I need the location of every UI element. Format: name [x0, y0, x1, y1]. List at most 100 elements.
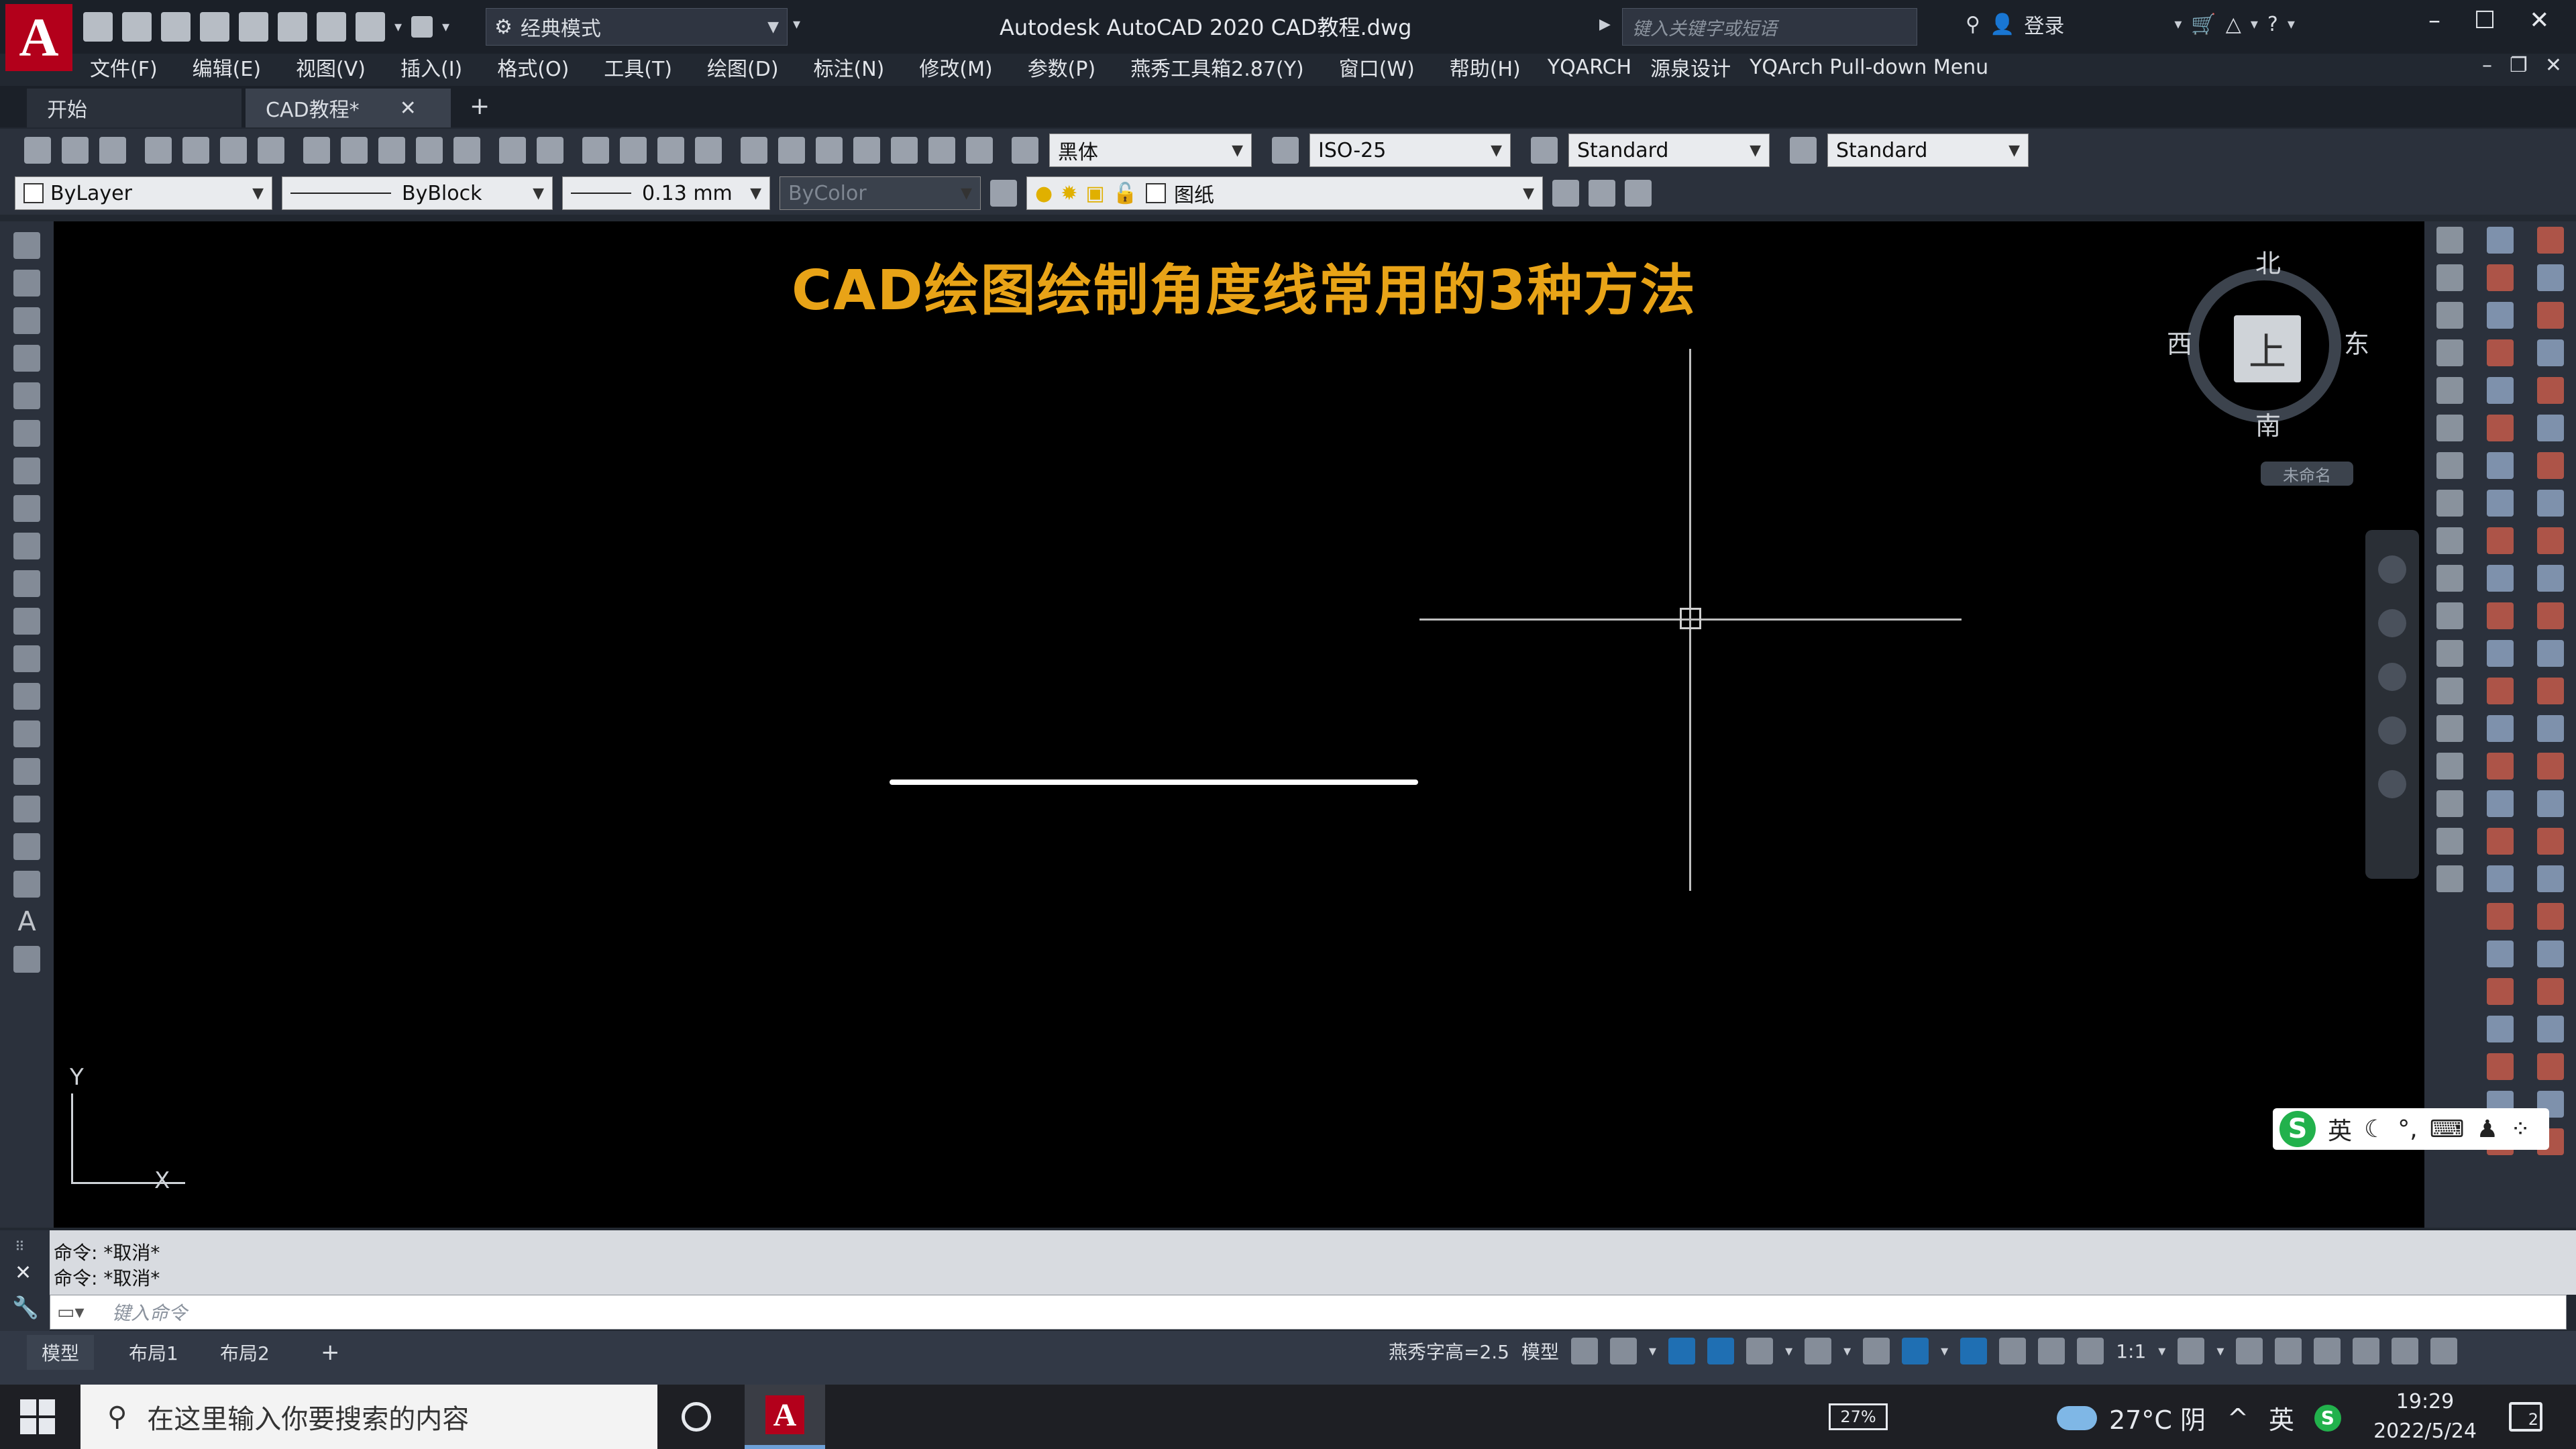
menu-yqarch[interactable]: YQARCH	[1538, 56, 1641, 79]
login-button[interactable]: 登录	[2024, 9, 2064, 39]
yq-tool-47-icon[interactable]	[2536, 1016, 2564, 1042]
yq-tool-28-icon[interactable]	[2536, 302, 2564, 329]
open-icon[interactable]	[62, 137, 89, 164]
mleader-style-icon[interactable]	[1790, 137, 1817, 164]
move-icon[interactable]	[2436, 415, 2463, 441]
menu-yuanquan-design[interactable]: 源泉设计	[1641, 52, 1740, 82]
save-as-icon[interactable]	[200, 12, 229, 42]
qnew-icon[interactable]	[24, 137, 51, 164]
yq-tool-6-icon[interactable]	[2486, 415, 2514, 441]
trim-icon[interactable]	[2436, 565, 2463, 592]
lineweight-display-icon[interactable]	[1960, 1338, 1988, 1364]
close-command-line-icon[interactable]: ✕	[15, 1261, 32, 1285]
menu-window[interactable]: 窗口(W)	[1322, 52, 1432, 82]
array-icon[interactable]	[2436, 377, 2463, 404]
paste-icon[interactable]	[378, 137, 405, 164]
customize-qat-icon[interactable]: ▾	[793, 16, 800, 33]
yq-tool-43-icon[interactable]	[2536, 865, 2564, 892]
linetype-dropdown[interactable]: ByBlock ▼	[282, 176, 553, 210]
annotation-scale-icon[interactable]	[2077, 1338, 2104, 1364]
autocad-logo-icon[interactable]: A	[5, 4, 72, 71]
login-dropdown-icon[interactable]: ▾	[2174, 16, 2182, 33]
ucs-menu-button[interactable]: 未命名	[2261, 462, 2353, 486]
menu-modify[interactable]: 修改(M)	[902, 52, 1010, 82]
design-center-icon[interactable]	[778, 137, 805, 164]
layout-tab-layout1[interactable]: 布局1	[114, 1335, 193, 1370]
mirror-icon[interactable]	[2436, 302, 2463, 329]
ellipse-icon[interactable]	[13, 570, 40, 597]
yq-tool-44-icon[interactable]	[2536, 903, 2564, 930]
yq-tool-42-icon[interactable]	[2536, 828, 2564, 855]
undo-dropdown-icon[interactable]: ▾	[394, 19, 402, 36]
yq-tool-18-icon[interactable]	[2486, 865, 2514, 892]
zoom-previous-icon[interactable]	[695, 137, 722, 164]
snap-dropdown-icon[interactable]: ▾	[1649, 1343, 1656, 1360]
yq-tool-2-icon[interactable]	[2486, 264, 2514, 291]
yq-tool-23-icon[interactable]	[2486, 1053, 2514, 1080]
taskbar-search-box[interactable]: ⚲ 在这里输入你要搜索的内容	[80, 1385, 657, 1449]
annotation-scale-value[interactable]: 1:1	[2116, 1340, 2146, 1362]
add-layout-button[interactable]: +	[306, 1335, 355, 1370]
circle-icon[interactable]	[13, 458, 40, 484]
table-style-icon[interactable]	[1531, 137, 1558, 164]
open-icon[interactable]	[122, 12, 152, 42]
copy-object-icon[interactable]	[2436, 264, 2463, 291]
showmotion-icon[interactable]	[2378, 770, 2406, 798]
yq-tool-3-icon[interactable]	[2486, 302, 2514, 329]
undo-icon[interactable]	[356, 12, 385, 42]
yq-tool-41-icon[interactable]	[2536, 790, 2564, 817]
properties-icon[interactable]	[741, 137, 767, 164]
ime-toolbar[interactable]: S 英 ☾ °, ⌨ ♟ ⁘	[2273, 1108, 2549, 1150]
menu-tools[interactable]: 工具(T)	[586, 52, 690, 82]
yq-tool-32-icon[interactable]	[2536, 452, 2564, 479]
new-tab-button[interactable]: +	[470, 93, 490, 120]
yq-tool-13-icon[interactable]	[2486, 678, 2514, 704]
zoom-extents-icon[interactable]	[2378, 663, 2406, 691]
doc-restore-icon[interactable]: ❐	[2510, 54, 2528, 77]
polygon-icon[interactable]	[13, 345, 40, 372]
menu-draw[interactable]: 绘图(D)	[690, 52, 796, 82]
offset-icon[interactable]	[2436, 339, 2463, 366]
object-snap-icon[interactable]	[1902, 1338, 1929, 1364]
revision-cloud-icon[interactable]	[13, 495, 40, 522]
save-icon[interactable]	[161, 12, 191, 42]
annotation-visibility-icon[interactable]	[1999, 1338, 2027, 1364]
tab-start[interactable]: 开始	[27, 89, 241, 127]
preview-icon[interactable]	[182, 137, 209, 164]
isodraft-dropdown-icon[interactable]: ▾	[1843, 1343, 1851, 1360]
yq-tool-8-icon[interactable]	[2486, 490, 2514, 517]
layer-dropdown[interactable]: ● ✹ ▣ 🔓 图纸 ▼	[1026, 176, 1543, 210]
orbit-icon[interactable]	[2378, 716, 2406, 745]
workspace-dropdown[interactable]: ⚙ 经典模式 ▼	[486, 8, 788, 46]
pan-icon[interactable]	[582, 137, 609, 164]
pan-hand-icon[interactable]	[2378, 609, 2406, 637]
yq-tool-1-icon[interactable]	[2486, 227, 2514, 254]
workspace-dropdown-icon[interactable]: ▾	[2216, 1343, 2224, 1360]
recent-commands-icon[interactable]: ▭▾	[57, 1301, 85, 1323]
yq-tool-20-icon[interactable]	[2486, 941, 2514, 967]
add-selected-icon[interactable]	[13, 946, 40, 973]
calculator-icon[interactable]	[928, 137, 955, 164]
yq-tool-15-icon[interactable]	[2486, 753, 2514, 780]
layer-properties-icon[interactable]	[990, 180, 1017, 207]
ime-user-icon[interactable]: ♟	[2477, 1116, 2498, 1143]
polar-tracking-icon[interactable]	[1746, 1338, 1774, 1364]
ime-halfwidth-icon[interactable]: ☾	[2364, 1116, 2385, 1143]
auto-scale-icon[interactable]	[2038, 1338, 2065, 1364]
menu-yqarch-pulldown[interactable]: YQArch Pull-down Menu	[1740, 56, 1998, 79]
ime-keyboard-icon[interactable]: ⌨	[2430, 1116, 2465, 1143]
maximize-icon[interactable]: ☐	[2474, 7, 2496, 34]
dim-style-dropdown[interactable]: ISO-25 ▼	[1309, 133, 1511, 167]
taskbar-autocad-button[interactable]: A	[745, 1385, 825, 1449]
yq-tool-45-icon[interactable]	[2536, 941, 2564, 967]
yq-tool-10-icon[interactable]	[2486, 565, 2514, 592]
break-icon[interactable]	[2436, 678, 2463, 704]
polar-dropdown-icon[interactable]: ▾	[1785, 1343, 1792, 1360]
construction-line-icon[interactable]	[13, 270, 40, 297]
stretch-icon[interactable]	[2436, 527, 2463, 554]
menu-help[interactable]: 帮助(H)	[1432, 52, 1538, 82]
yq-tool-4-icon[interactable]	[2486, 339, 2514, 366]
chamfer-icon[interactable]	[2436, 753, 2463, 780]
windows-start-icon[interactable]	[20, 1399, 55, 1434]
quick-properties-icon[interactable]	[2314, 1338, 2341, 1364]
